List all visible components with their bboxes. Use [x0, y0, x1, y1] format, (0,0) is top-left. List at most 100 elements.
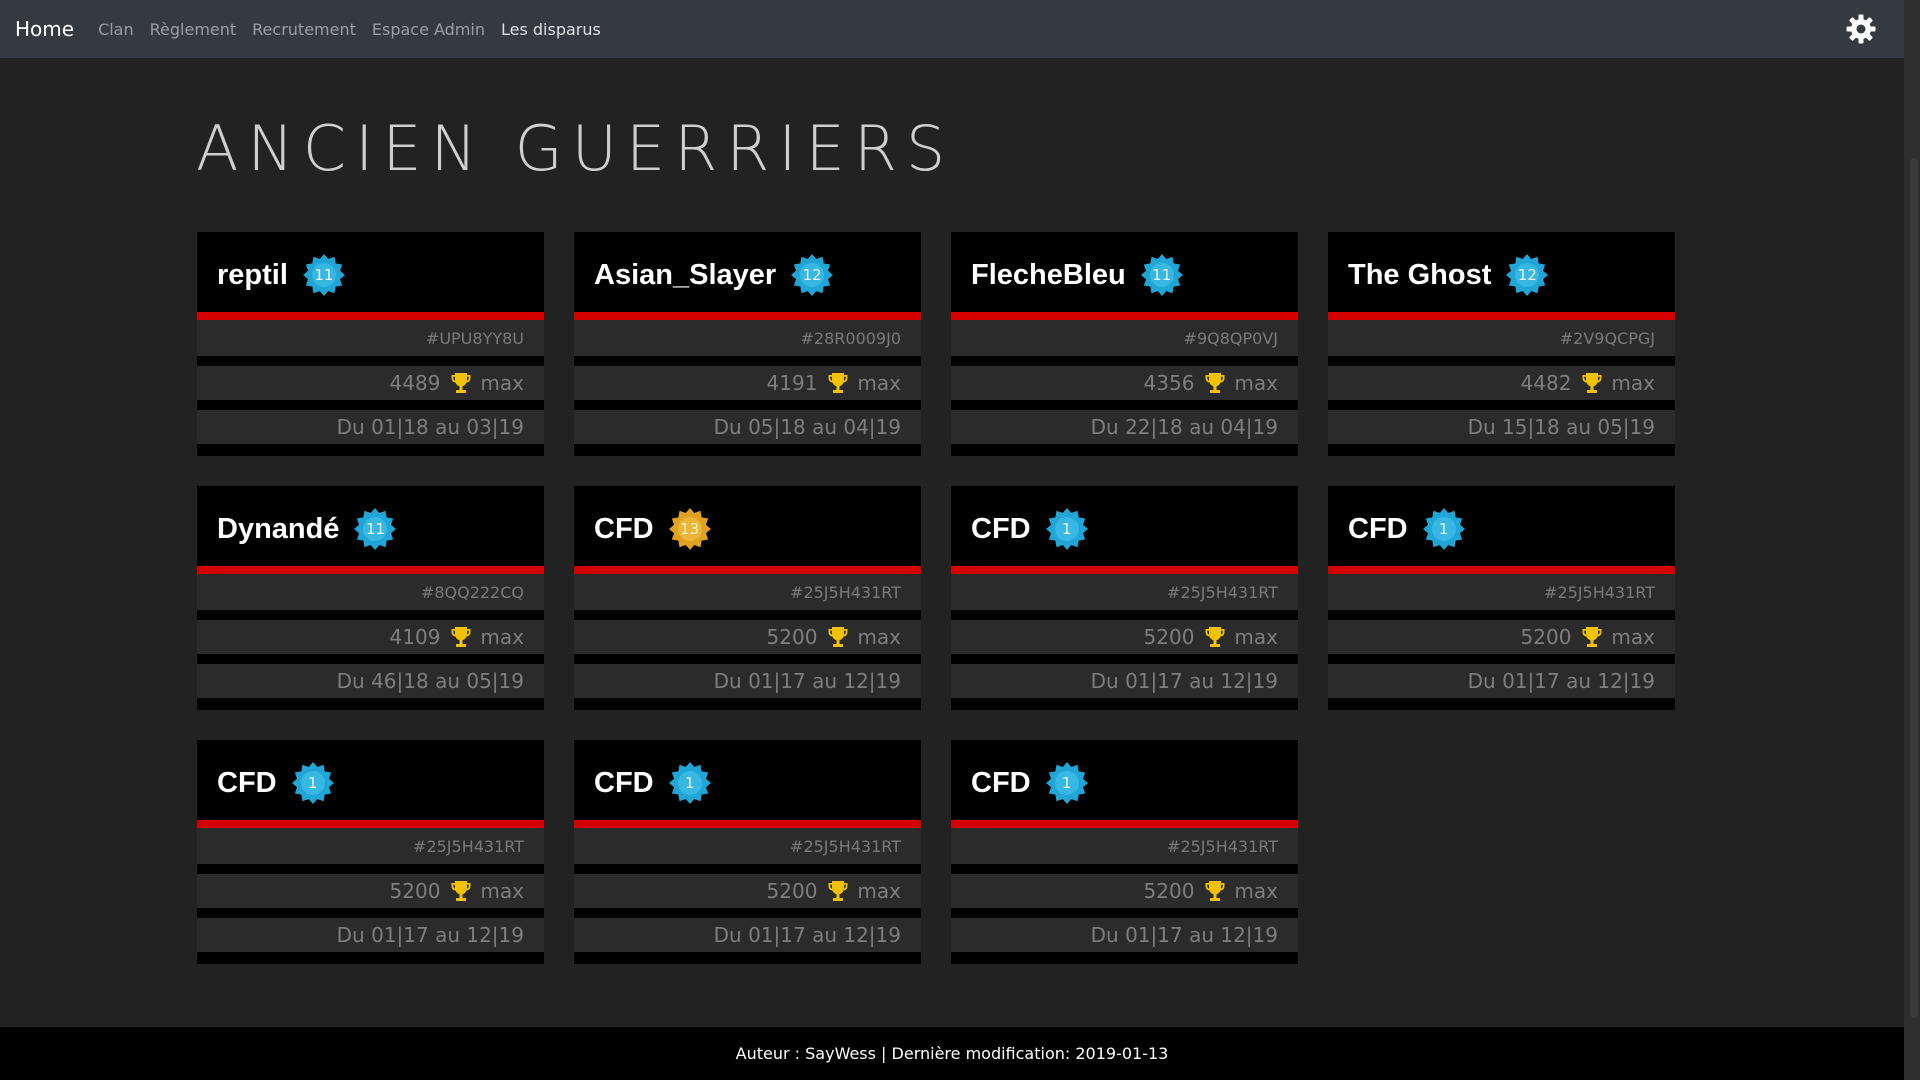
nav-link-recrutement[interactable]: Recrutement	[252, 20, 356, 39]
player-card-header: CFD 13	[574, 486, 921, 566]
period-row: Du 05|18 au 04|19	[574, 410, 921, 444]
period-row: Du 15|18 au 05|19	[1328, 410, 1675, 444]
card-accent-bar	[951, 566, 1298, 574]
player-name: CFD	[594, 512, 654, 545]
level-badge-icon: 1	[1422, 507, 1466, 551]
player-tag-row: #25J5H431RT	[574, 828, 921, 864]
trophy-suffix: max	[857, 625, 901, 649]
player-card: CFD 1 #25J5H431RT 5200 max Du 01|17 au 12|19	[1328, 486, 1675, 710]
card-accent-bar	[951, 820, 1298, 828]
player-name: Dynandé	[217, 512, 340, 545]
trophy-suffix: max	[1234, 371, 1278, 395]
trophy-suffix: max	[857, 879, 901, 903]
trophy-count: 5200	[1143, 625, 1195, 649]
trophy-row: 4356 max	[951, 366, 1298, 400]
trophy-row: 5200 max	[1328, 620, 1675, 654]
trophy-suffix: max	[480, 625, 524, 649]
trophy-row: 5200 max	[574, 874, 921, 908]
player-name: CFD	[1348, 512, 1408, 545]
scrollbar-thumb[interactable]	[1910, 158, 1918, 1018]
level-badge-icon: 13	[668, 507, 712, 551]
membership-period: Du 01|17 au 12|19	[1090, 923, 1278, 947]
player-name: CFD	[971, 766, 1031, 799]
player-tag: #2V9QCPGJ	[1559, 328, 1655, 348]
trophy-count: 4109	[389, 625, 441, 649]
player-card: CFD 1 #25J5H431RT 5200 max Du 01|17 au 12|19	[197, 740, 544, 964]
player-card: CFD 1 #25J5H431RT 5200 max Du 01|17 au 12|19	[951, 486, 1298, 710]
level-badge-icon: 1	[1045, 761, 1089, 805]
player-card-header: FlecheBleu 11	[951, 232, 1298, 312]
player-name: FlecheBleu	[971, 258, 1126, 291]
top-navbar: Home Clan Règlement Recrutement Espace A…	[0, 0, 1904, 58]
level-badge-icon: 1	[668, 761, 712, 805]
player-name: The Ghost	[1348, 258, 1492, 291]
player-name: CFD	[971, 512, 1031, 545]
player-level: 11	[1152, 266, 1172, 284]
page-scrollbar[interactable]	[1904, 0, 1920, 1080]
player-card-header: CFD 1	[1328, 486, 1675, 566]
player-card-header: reptil 11	[197, 232, 544, 312]
player-card: CFD 1 #25J5H431RT 5200 max Du 01|17 au 12|19	[951, 740, 1298, 964]
trophy-suffix: max	[480, 371, 524, 395]
trophy-row: 4482 max	[1328, 366, 1675, 400]
trophy-icon	[450, 625, 472, 649]
player-card: Dynandé 11 #8QQ222CQ 4109 max Du 46|18 au 05|…	[197, 486, 544, 710]
level-badge-icon: 12	[790, 253, 834, 297]
level-badge-icon: 11	[302, 253, 346, 297]
membership-period: Du 01|17 au 12|19	[713, 669, 901, 693]
trophy-row: 5200 max	[951, 874, 1298, 908]
trophy-icon	[1581, 625, 1603, 649]
player-name: CFD	[594, 766, 654, 799]
card-accent-bar	[574, 820, 921, 828]
player-card: Asian_Slayer 12 #28R0009J0 4191 max Du 05|18 …	[574, 232, 921, 456]
card-accent-bar	[197, 820, 544, 828]
level-badge-icon: 12	[1505, 253, 1549, 297]
card-accent-bar	[1328, 566, 1675, 574]
player-card: reptil 11 #UPU8YY8U 4489 max Du 01|18 au 03|1…	[197, 232, 544, 456]
trophy-row: 5200 max	[951, 620, 1298, 654]
trophy-suffix: max	[1611, 371, 1655, 395]
player-tag-row: #25J5H431RT	[951, 574, 1298, 610]
player-tag: #9Q8QP0VJ	[1183, 328, 1278, 348]
membership-period: Du 15|18 au 05|19	[1467, 415, 1655, 439]
period-row: Du 01|17 au 12|19	[1328, 664, 1675, 698]
trophy-count: 4489	[389, 371, 441, 395]
trophy-row: 5200 max	[197, 874, 544, 908]
player-card-header: Dynandé 11	[197, 486, 544, 566]
player-tag-row: #25J5H431RT	[197, 828, 544, 864]
trophy-icon	[827, 371, 849, 395]
trophy-count: 5200	[766, 625, 818, 649]
card-accent-bar	[197, 312, 544, 320]
trophy-count: 4191	[766, 371, 818, 395]
trophy-count: 4356	[1143, 371, 1195, 395]
player-card-header: CFD 1	[574, 740, 921, 820]
trophy-count: 5200	[1143, 879, 1195, 903]
nav-link-espace-admin[interactable]: Espace Admin	[372, 20, 485, 39]
player-tag: #25J5H431RT	[1167, 836, 1278, 856]
trophy-icon	[1204, 625, 1226, 649]
player-level: 1	[684, 774, 695, 792]
card-accent-bar	[951, 312, 1298, 320]
membership-period: Du 05|18 au 04|19	[713, 415, 901, 439]
trophy-icon	[827, 879, 849, 903]
trophy-count: 5200	[766, 879, 818, 903]
period-row: Du 22|18 au 04|19	[951, 410, 1298, 444]
trophy-suffix: max	[1234, 879, 1278, 903]
nav-home-link[interactable]: Home	[15, 17, 74, 41]
nav-link-reglement[interactable]: Règlement	[150, 20, 237, 39]
nav-link-clan[interactable]: Clan	[98, 20, 134, 39]
player-card-header: The Ghost 12	[1328, 232, 1675, 312]
card-accent-bar	[574, 566, 921, 574]
gear-icon[interactable]	[1843, 11, 1879, 47]
player-tag: #UPU8YY8U	[425, 328, 524, 348]
trophy-row: 4191 max	[574, 366, 921, 400]
nav-link-les-disparus[interactable]: Les disparus	[501, 20, 601, 39]
player-card-header: Asian_Slayer 12	[574, 232, 921, 312]
card-accent-bar	[197, 566, 544, 574]
trophy-count: 4482	[1520, 371, 1572, 395]
trophy-icon	[827, 625, 849, 649]
player-level: 12	[802, 266, 822, 284]
player-level: 11	[365, 520, 386, 538]
trophy-row: 4489 max	[197, 366, 544, 400]
player-card-header: CFD 1	[951, 740, 1298, 820]
